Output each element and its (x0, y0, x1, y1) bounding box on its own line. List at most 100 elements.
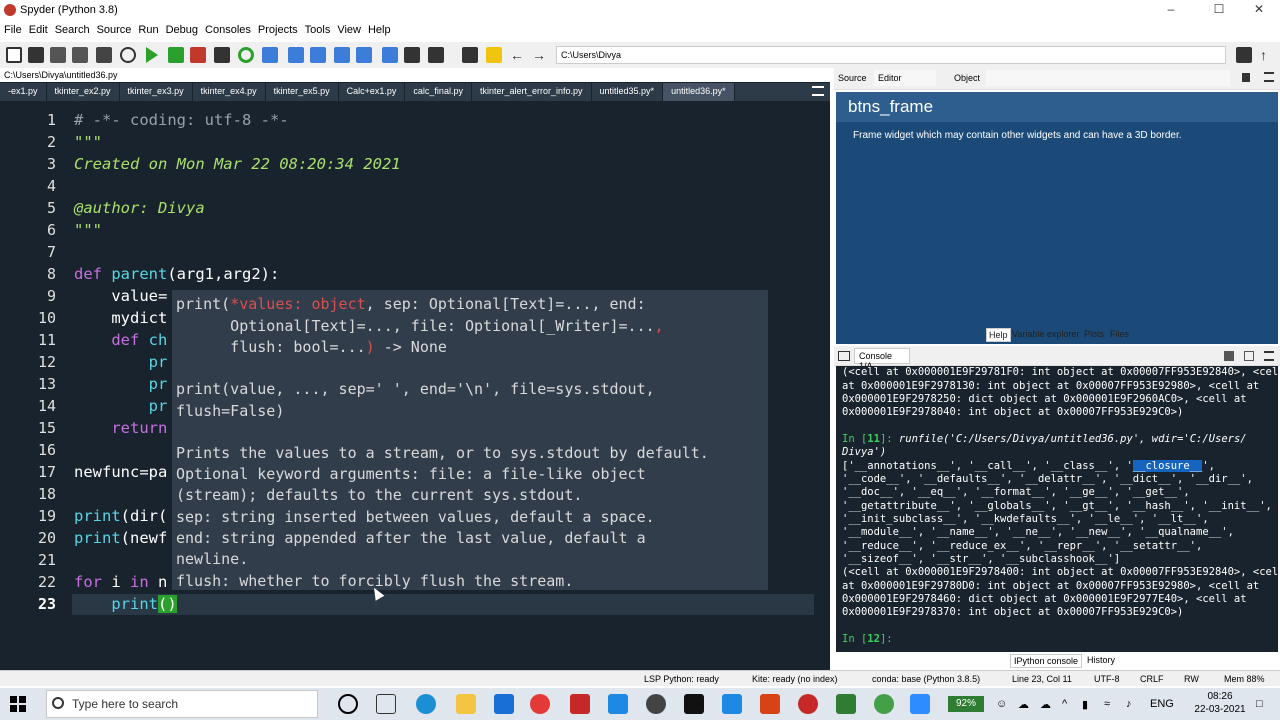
save-icon[interactable] (50, 47, 66, 63)
forward-arrow-icon[interactable]: → (532, 47, 548, 63)
ipython-console[interactable]: (<cell at 0x000001E9F29781F0: int object… (836, 366, 1278, 652)
minimize-button[interactable]: – (1156, 2, 1186, 18)
editor-tab[interactable]: -ex1.py (0, 83, 47, 101)
list-icon[interactable] (96, 47, 112, 63)
menu-debug[interactable]: Debug (162, 22, 201, 40)
outlook-icon[interactable] (608, 694, 628, 714)
office-icon[interactable] (570, 694, 590, 714)
powerpoint-icon[interactable] (760, 694, 780, 714)
step-into-icon[interactable] (310, 47, 326, 63)
editor-tab-active[interactable]: untitled36.py* (663, 83, 735, 101)
people-icon[interactable]: ☺ (996, 698, 1007, 710)
opera-icon[interactable] (530, 694, 550, 714)
volume-icon[interactable]: ♪ (1126, 698, 1132, 710)
battery-icon[interactable]: ▮ (1082, 698, 1088, 711)
editor-tab[interactable]: tkinter_ex5.py (266, 83, 339, 101)
zoom-icon[interactable] (910, 694, 930, 714)
code-line-15: return (74, 419, 168, 437)
windows-start-icon[interactable] (10, 696, 26, 712)
console-tab[interactable]: Console 1/A (854, 348, 910, 371)
spyder-app-icon[interactable] (646, 694, 666, 714)
tab-files[interactable]: Files (1108, 328, 1131, 340)
menu-tools[interactable]: Tools (301, 22, 334, 40)
maximize-pane-icon[interactable] (404, 47, 420, 63)
close-button[interactable]: ✕ (1244, 2, 1274, 18)
chrome-icon[interactable] (874, 694, 894, 714)
excel-icon[interactable] (836, 694, 856, 714)
stop-debug-icon[interactable] (382, 47, 398, 63)
save-all-icon[interactable] (72, 47, 88, 63)
task-view-icon[interactable] (376, 694, 396, 714)
app-icon[interactable] (798, 694, 818, 714)
tab-history[interactable]: History (1084, 654, 1118, 666)
mail-icon[interactable] (494, 694, 514, 714)
continue-icon[interactable] (356, 47, 372, 63)
tab-help[interactable]: Help (986, 328, 1011, 342)
kite-status[interactable]: Kite: ready (no index) (752, 674, 838, 684)
menu-edit[interactable]: Edit (25, 22, 51, 40)
maximize-button[interactable]: ☐ (1204, 2, 1234, 18)
step-icon[interactable] (288, 47, 304, 63)
options-menu-icon[interactable] (1264, 72, 1274, 82)
cloud-icon[interactable]: ☁ (1040, 698, 1051, 711)
chevron-up-icon[interactable]: ^ (1062, 698, 1067, 710)
run-selection-icon[interactable] (214, 47, 230, 63)
editor-tab[interactable]: calc_final.py (405, 83, 472, 101)
step-return-icon[interactable] (334, 47, 350, 63)
wrench-icon[interactable] (462, 47, 478, 63)
memory-usage: Mem 88% (1224, 674, 1265, 684)
source-select[interactable]: Editor (874, 70, 936, 86)
run-cell-icon[interactable] (168, 47, 184, 63)
rerun-icon[interactable] (238, 47, 254, 63)
stop-kernel-icon[interactable] (1224, 351, 1234, 361)
console-menu-icon[interactable] (1264, 351, 1274, 361)
editor-tab[interactable]: tkinter_ex4.py (193, 83, 266, 101)
run-cell-advance-icon[interactable] (190, 47, 206, 63)
terminal-icon[interactable] (684, 694, 704, 714)
open-file-icon[interactable] (28, 47, 44, 63)
parent-dir-icon[interactable]: ↑ (1260, 47, 1276, 63)
menu-source[interactable]: Source (93, 22, 135, 40)
editor-tab[interactable]: tkinter_ex3.py (120, 83, 193, 101)
editor-tab[interactable]: Calc+ex1.py (339, 83, 406, 101)
cortana-icon[interactable] (338, 694, 358, 714)
console-line: '__reduce__', '__reduce_ex__', '__repr__… (842, 540, 1203, 552)
clear-console-icon[interactable] (1244, 351, 1254, 361)
tab-plots[interactable]: Plots (1082, 328, 1106, 340)
working-directory-input[interactable]: C:\Users\Divya (556, 46, 1226, 64)
language-indicator[interactable]: ENG (1150, 698, 1174, 710)
menu-help[interactable]: Help (364, 22, 394, 40)
new-file-icon[interactable] (6, 47, 22, 63)
line-number: 15 (37, 419, 56, 437)
vscode-icon[interactable] (722, 694, 742, 714)
fullscreen-icon[interactable] (428, 47, 444, 63)
file-explorer-icon[interactable] (456, 694, 476, 714)
edge-icon[interactable] (416, 694, 436, 714)
editor-tab[interactable]: tkinter_ex2.py (47, 83, 120, 101)
back-arrow-icon[interactable]: ← (510, 47, 526, 63)
at-icon[interactable] (120, 47, 136, 63)
run-icon[interactable] (146, 47, 158, 63)
object-input[interactable] (986, 70, 1230, 86)
menu-projects[interactable]: Projects (254, 22, 301, 40)
menu-file[interactable]: File (0, 22, 25, 40)
editor-tab[interactable]: untitled35.py* (592, 83, 664, 101)
notification-icon[interactable]: □ (1256, 698, 1263, 710)
tab-variable-explorer[interactable]: Variable explorer (1010, 328, 1081, 340)
lock-icon[interactable] (1242, 73, 1250, 82)
python-path-icon[interactable] (486, 47, 502, 63)
menu-run[interactable]: Run (134, 22, 161, 40)
tab-ipython-console[interactable]: IPython console (1010, 654, 1083, 668)
clock[interactable]: 08:26 22-03-2021 (1192, 690, 1248, 716)
editor-tab[interactable]: tkinter_alert_error_info.py (472, 83, 592, 101)
wifi-icon[interactable]: ≈ (1104, 698, 1110, 710)
code-line-22: for i in n (74, 573, 167, 591)
battery-indicator[interactable]: 92% (948, 696, 984, 712)
menu-view[interactable]: View (333, 22, 364, 40)
tab-menu-icon[interactable] (812, 86, 824, 96)
network-icon[interactable]: ☁ (1018, 698, 1029, 711)
debug-icon[interactable] (262, 47, 278, 63)
browse-folder-icon[interactable] (1236, 47, 1252, 63)
menu-search[interactable]: Search (51, 22, 93, 40)
menu-consoles[interactable]: Consoles (201, 22, 254, 40)
